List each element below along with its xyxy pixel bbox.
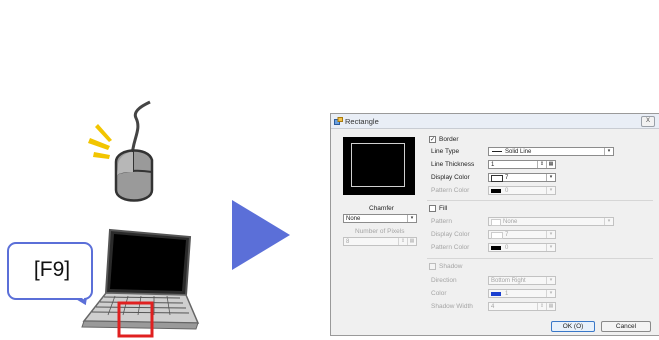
dialog-title: Rectangle (345, 117, 379, 126)
shadow-color-select[interactable]: 1 ▾ (488, 289, 556, 298)
border-label: Border (439, 136, 459, 143)
chevron-down-icon: ▾ (407, 215, 416, 222)
shape-tool-icon (334, 117, 343, 125)
chamfer-value: None (346, 216, 361, 222)
mouse-icon (88, 100, 154, 202)
fill-checkbox[interactable] (429, 205, 436, 212)
pixels-label: Number of Pixels (355, 228, 405, 235)
shadow-color-value: 1 (505, 291, 509, 297)
ok-button[interactable]: OK (O) (551, 321, 595, 332)
chamfer-select[interactable]: None ▾ (343, 214, 417, 223)
border-display-color-value: 7 (505, 175, 509, 181)
chevron-down-icon: ▾ (604, 148, 613, 155)
rectangle-dialog: Rectangle X Chamfer None ▾ Number of Pix… (330, 113, 659, 336)
close-button[interactable]: X (641, 116, 655, 127)
solid-line-icon (492, 151, 502, 152)
fill-pattern-value: None (503, 219, 518, 225)
shadow-color-label: Color (431, 290, 447, 297)
shadow-checkbox[interactable] (429, 263, 436, 270)
key-callout-text: [F9] (33, 258, 71, 281)
shadow-width-stepper[interactable]: 4 ⇕ ▦ (488, 302, 556, 311)
border-display-color-label: Display Color (431, 174, 470, 181)
right-arrow-icon (232, 200, 290, 270)
spin-arrows-icon: ⇕ (537, 161, 546, 168)
spin-arrows-icon: ⇕ (537, 303, 546, 310)
divider (427, 258, 653, 259)
dialog-titlebar: Rectangle X (331, 114, 659, 129)
line-type-value: Solid Line (505, 149, 532, 155)
keypad-icon: ▦ (546, 303, 555, 310)
shadow-label: Shadow (439, 263, 463, 270)
color-swatch (491, 292, 501, 296)
fill-display-color-select[interactable]: 7 ▾ (488, 230, 556, 239)
chevron-down-icon: ▾ (546, 187, 555, 194)
border-pattern-color-select[interactable]: 0 ▾ (488, 186, 556, 195)
fill-pattern-color-select[interactable]: 0 ▾ (488, 243, 556, 252)
keypad-icon: ▦ (407, 238, 416, 245)
line-thickness-label: Line Thickness (431, 161, 475, 168)
chevron-down-icon: ▾ (546, 277, 555, 284)
shadow-direction-value: Bottom Right (491, 278, 526, 284)
line-thickness-stepper[interactable]: 1 ⇕ ▦ (488, 160, 556, 169)
click-spark-icon (88, 124, 112, 159)
border-pattern-color-label: Pattern Color (431, 187, 470, 194)
border-pattern-color-value: 0 (505, 188, 509, 194)
chevron-down-icon: ▾ (604, 218, 613, 225)
color-swatch (491, 175, 503, 182)
chevron-down-icon: ▾ (546, 174, 555, 181)
color-swatch (491, 189, 501, 193)
fill-pattern-label: Pattern (431, 218, 452, 225)
keypad-icon: ▦ (546, 161, 555, 168)
border-checkbox[interactable]: ✓ (429, 136, 436, 143)
shadow-direction-select[interactable]: Bottom Right ▾ (488, 276, 556, 285)
cancel-button[interactable]: Cancel (601, 321, 651, 332)
shape-preview (343, 137, 415, 195)
spin-arrows-icon: ⇕ (398, 238, 407, 245)
shadow-direction-label: Direction (431, 277, 457, 284)
pixels-stepper[interactable]: 8 ⇕ ▦ (343, 237, 417, 246)
line-type-label: Line Type (431, 148, 460, 155)
fill-label: Fill (439, 205, 448, 212)
color-swatch (491, 246, 501, 250)
fill-pattern-color-label: Pattern Color (431, 244, 470, 251)
chamfer-label: Chamfer (369, 205, 394, 212)
pattern-swatch (491, 219, 501, 226)
chevron-down-icon: ▾ (546, 231, 555, 238)
chevron-down-icon: ▾ (546, 290, 555, 297)
shadow-width-label: Shadow Width (431, 303, 473, 310)
fill-display-color-label: Display Color (431, 231, 470, 238)
fill-display-color-value: 7 (505, 232, 509, 238)
chevron-down-icon: ▾ (546, 244, 555, 251)
line-thickness-value: 1 (491, 162, 495, 168)
border-display-color-select[interactable]: 7 ▾ (488, 173, 556, 182)
color-swatch (491, 232, 503, 239)
fill-pattern-color-value: 0 (505, 245, 509, 251)
preview-rectangle (351, 143, 405, 187)
pixels-value: 8 (346, 239, 350, 245)
line-type-select[interactable]: Solid Line ▾ (488, 147, 614, 156)
shadow-width-value: 4 (491, 304, 495, 310)
fill-pattern-select[interactable]: None ▾ (488, 217, 614, 226)
divider (427, 200, 653, 201)
